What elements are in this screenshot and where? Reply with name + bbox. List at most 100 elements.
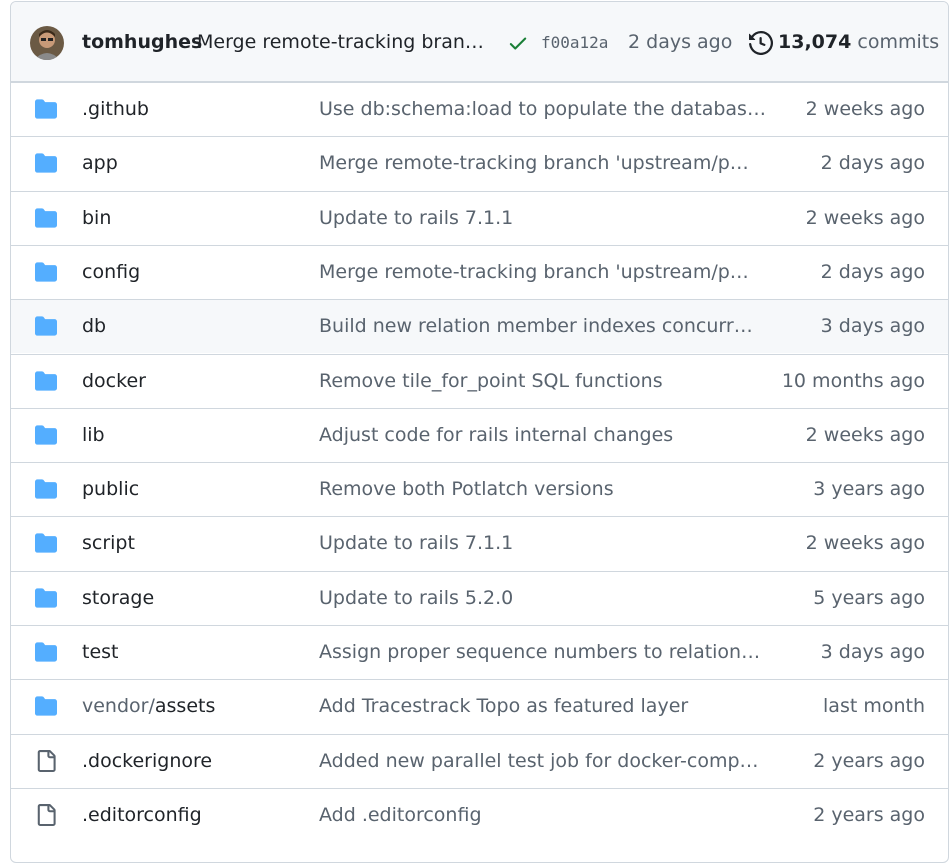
file-row[interactable]: vendor/assets Add Tracestrack Topo as fea…: [11, 679, 948, 733]
commit-age: 2 years ago: [813, 749, 925, 772]
commit-age: 2 years ago: [813, 803, 925, 826]
commit-message-link[interactable]: Add Tracestrack Topo as featured layer: [319, 695, 688, 717]
commit-age: 10 months ago: [781, 369, 925, 392]
file-name[interactable]: storage: [82, 587, 154, 609]
commit-message-link[interactable]: Remove tile_for_point SQL functions: [319, 370, 663, 392]
folder-icon-wrap: [34, 370, 58, 392]
file-name-text[interactable]: app: [82, 152, 118, 174]
file-name[interactable]: bin: [82, 207, 111, 229]
commit-age: last month: [823, 695, 925, 718]
commit-message-link[interactable]: Update to rails 5.2.0: [319, 587, 513, 609]
file-name[interactable]: public: [82, 478, 139, 500]
commit-age: 3 days ago: [820, 315, 925, 338]
file-row[interactable]: script Update to rails 7.1.1 2 weeks ago: [11, 516, 948, 570]
file-row[interactable]: db Build new relation member indexes conc…: [11, 299, 948, 354]
file-row[interactable]: docker Remove tile_for_point SQL function…: [11, 353, 948, 408]
file-name[interactable]: script: [82, 532, 135, 554]
commit-message-link[interactable]: Merge remote-tracking branch 'upstream/p…: [319, 261, 749, 283]
commit-message-link[interactable]: Added new parallel test job for docker-c…: [319, 750, 759, 772]
folder-icon-wrap: [34, 315, 58, 337]
file-name[interactable]: docker: [82, 370, 146, 392]
commit-message-link[interactable]: Add .editorconfig: [319, 804, 482, 826]
commit-message-link[interactable]: Build new relation member indexes concur…: [319, 315, 753, 337]
commits-link[interactable]: 13,074 commits: [778, 31, 939, 53]
file-name[interactable]: lib: [82, 424, 105, 446]
file-row[interactable]: bin Update to rails 7.1.1 2 weeks ago: [11, 190, 948, 245]
file-row[interactable]: app Merge remote-tracking branch 'upstrea…: [11, 136, 948, 190]
file-row[interactable]: test Assign proper sequence numbers to re…: [11, 625, 948, 679]
commit-message-link[interactable]: Use db:schema:load to populate the datab…: [319, 98, 766, 120]
file-name-text[interactable]: config: [82, 261, 140, 283]
file-name-text[interactable]: test: [82, 641, 119, 663]
commit-age: 2 weeks ago: [805, 206, 925, 229]
file-icon: [37, 749, 56, 772]
folder-icon: [35, 262, 57, 282]
file-row[interactable]: lib Adjust code for rails internal change…: [11, 407, 948, 462]
folder-icon-wrap: [34, 532, 58, 554]
folder-icon-wrap: [34, 478, 58, 500]
commit-age: 5 years ago: [813, 586, 925, 609]
file-row[interactable]: .editorconfig Add .editorconfig 2 years ag…: [11, 787, 948, 842]
file-name-text[interactable]: storage: [82, 587, 154, 609]
folder-icon: [35, 479, 57, 499]
commits-label[interactable]: commits: [857, 31, 939, 53]
commit-message-link[interactable]: Remove both Potlatch versions: [319, 478, 614, 500]
file-name-text[interactable]: .dockerignore: [82, 750, 212, 772]
file-name[interactable]: .dockerignore: [82, 750, 212, 772]
folder-icon: [35, 696, 57, 716]
file-icon: [37, 803, 56, 826]
folder-icon: [35, 370, 57, 391]
file-name-text[interactable]: assets: [155, 695, 215, 717]
folder-icon-wrap: [34, 587, 58, 609]
commit-age: 2 days ago: [820, 260, 925, 283]
folder-icon: [35, 316, 57, 336]
file-name[interactable]: test: [82, 641, 119, 663]
folder-icon: [35, 153, 57, 173]
file-name[interactable]: .github: [82, 98, 149, 120]
commit-age: 2 weeks ago: [805, 423, 925, 446]
file-row[interactable]: storage Update to rails 5.2.0 5 years ago: [11, 570, 948, 625]
commit-age: 3 years ago: [813, 478, 925, 501]
folder-icon: [35, 425, 57, 445]
folder-icon: [35, 642, 57, 662]
commit-message-link[interactable]: Merge remote-tracking branch 'upstream/p…: [319, 152, 749, 174]
folder-icon: [35, 207, 57, 228]
file-name-text[interactable]: script: [82, 532, 135, 554]
folder-icon: [35, 99, 57, 119]
commit-age: 2 weeks ago: [805, 532, 925, 555]
file-name-prefix[interactable]: vendor/: [82, 695, 155, 717]
file-name-text[interactable]: bin: [82, 207, 111, 229]
file-row[interactable]: .dockerignore Added new parallel test job…: [11, 733, 948, 788]
file-name[interactable]: config: [82, 261, 140, 283]
commit-message-link[interactable]: Adjust code for rails internal changes: [319, 424, 673, 446]
commit-message-link[interactable]: Update to rails 7.1.1: [319, 532, 513, 554]
commit-message[interactable]: Merge remote-tracking bran…: [197, 31, 484, 53]
file-row[interactable]: .github Use db:schema:load to populate th…: [11, 82, 948, 136]
file-row[interactable]: public Remove both Potlatch versions 3 yea…: [11, 462, 948, 516]
history-icon[interactable]: [749, 31, 773, 55]
check-icon[interactable]: [507, 32, 529, 54]
file-name-text[interactable]: lib: [82, 424, 105, 446]
folder-icon: [35, 533, 57, 554]
file-name-text[interactable]: .github: [82, 98, 149, 120]
folder-icon-wrap: [34, 207, 58, 229]
commit-author[interactable]: tomhughes: [82, 31, 202, 53]
file-name[interactable]: .editorconfig: [82, 804, 202, 826]
file-browser: tomhughes Merge remote-tracking bran… f0…: [10, 1, 949, 863]
commit-sha[interactable]: f00a12a: [541, 33, 608, 52]
file-name[interactable]: db: [82, 315, 106, 337]
commit-count[interactable]: 13,074: [778, 31, 851, 53]
file-name-text[interactable]: .editorconfig: [82, 804, 202, 826]
folder-icon-wrap: [34, 695, 58, 717]
folder-icon: [35, 588, 57, 608]
file-name-text[interactable]: public: [82, 478, 139, 500]
file-name[interactable]: app: [82, 152, 118, 174]
file-row[interactable]: config Merge remote-tracking branch 'upst…: [11, 244, 948, 299]
avatar[interactable]: [30, 26, 64, 60]
file-icon-wrap: [34, 803, 58, 826]
commit-message-link[interactable]: Update to rails 7.1.1: [319, 207, 513, 229]
file-name-text[interactable]: docker: [82, 370, 146, 392]
file-name-text[interactable]: db: [82, 315, 106, 337]
file-name[interactable]: vendor/assets: [82, 695, 215, 717]
commit-message-link[interactable]: Assign proper sequence numbers to relati…: [319, 641, 760, 663]
